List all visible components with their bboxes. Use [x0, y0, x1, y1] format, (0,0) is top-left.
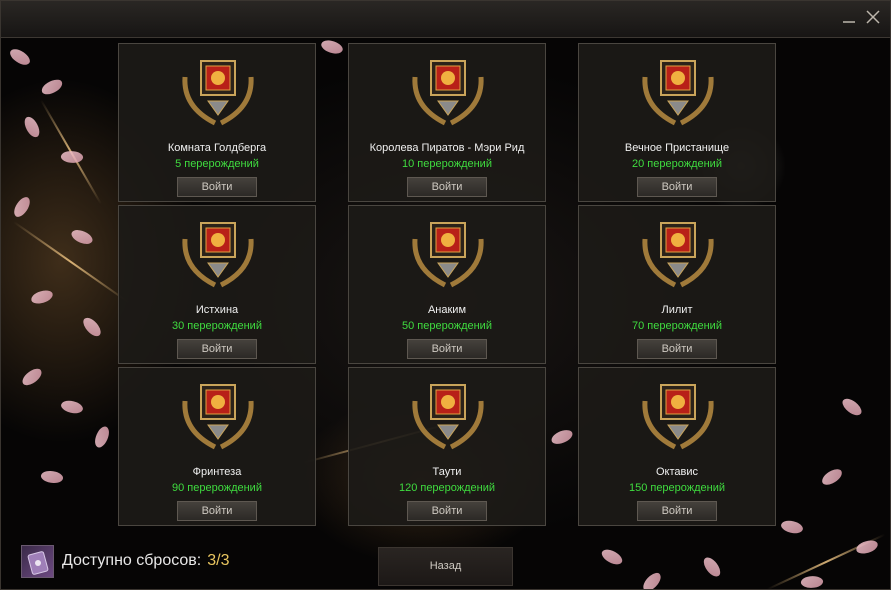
instance-name: Вечное Пристанище	[624, 142, 730, 154]
petal	[819, 466, 845, 488]
instance-name: Королева Пиратов - Мэри Рид	[369, 142, 525, 154]
emblem-icon	[412, 384, 484, 450]
close-icon[interactable]	[863, 9, 883, 29]
petal	[59, 397, 85, 417]
instance-name: Таути	[432, 466, 462, 478]
petal	[10, 194, 34, 220]
petal	[91, 424, 113, 450]
enter-button[interactable]: Войти	[407, 339, 487, 359]
rebirth-requirement: 70 перерождений	[632, 320, 722, 332]
rebirth-requirement: 20 перерождений	[632, 158, 722, 170]
instance-card: Октавис 150 перерождений Войти	[578, 367, 776, 526]
enter-button[interactable]: Войти	[407, 177, 487, 197]
enter-button[interactable]: Войти	[637, 501, 717, 521]
instance-card: Лилит 70 перерождений Войти	[578, 205, 776, 364]
enter-button[interactable]: Войти	[177, 501, 257, 521]
petal	[7, 45, 33, 69]
scroll-icon	[21, 544, 54, 578]
enter-button[interactable]: Войти	[637, 177, 717, 197]
petal	[599, 545, 625, 569]
instance-name: Анаким	[427, 304, 467, 316]
emblem-icon	[182, 384, 254, 450]
instance-card: Комната Голдберга 5 перерождений Войти	[118, 43, 316, 202]
rebirth-requirement: 120 перерождений	[398, 482, 496, 494]
instance-name: Комната Голдберга	[167, 142, 267, 154]
instance-card: Королева Пиратов - Мэри Рид 10 перерожде…	[348, 43, 546, 202]
petal	[639, 570, 665, 589]
instance-card: Вечное Пристанище 20 перерождений Войти	[578, 43, 776, 202]
instance-card: Фринтеза 90 перерождений Войти	[118, 367, 316, 526]
resets-label: Доступно сбросов:	[62, 552, 202, 569]
rebirth-requirement: 10 перерождений	[402, 158, 492, 170]
enter-button[interactable]: Войти	[177, 177, 257, 197]
petal	[39, 77, 65, 97]
instance-card: Истхина 30 перерождений Войти	[118, 205, 316, 364]
minimize-icon[interactable]	[839, 9, 859, 29]
emblem-icon	[412, 222, 484, 288]
title-bar	[1, 1, 890, 38]
rebirth-requirement: 5 перерождений	[175, 158, 259, 170]
instance-card: Анаким 50 перерождений Войти	[348, 205, 546, 364]
petal	[839, 394, 865, 420]
petal	[19, 366, 45, 388]
instance-name: Истхина	[195, 304, 239, 316]
resets-info: Доступно сбросов: 3/3	[21, 544, 230, 578]
petal	[60, 149, 84, 165]
instance-name: Лилит	[661, 304, 693, 316]
emblem-icon	[412, 60, 484, 126]
instance-name: Октавис	[655, 466, 698, 478]
back-button[interactable]: Назад	[378, 547, 513, 586]
petal	[30, 289, 54, 305]
rebirth-requirement: 50 перерождений	[402, 320, 492, 332]
instance-name: Фринтеза	[192, 466, 242, 478]
rebirth-requirement: 90 перерождений	[172, 482, 262, 494]
petal	[800, 575, 824, 589]
petal	[80, 314, 104, 340]
petal	[22, 114, 42, 140]
emblem-icon	[642, 60, 714, 126]
instance-card: Таути 120 перерождений Войти	[348, 367, 546, 526]
enter-button[interactable]: Войти	[637, 339, 717, 359]
resets-count: 3/3	[207, 552, 230, 569]
petal	[701, 554, 723, 580]
petal	[855, 539, 879, 555]
rebirth-requirement: 150 перерождений	[628, 482, 726, 494]
instance-window: Комната Голдберга 5 перерождений Войти К…	[0, 0, 891, 590]
emblem-icon	[182, 222, 254, 288]
emblem-icon	[182, 60, 254, 126]
petal	[39, 468, 65, 486]
emblem-icon	[642, 222, 714, 288]
instance-grid: Комната Голдберга 5 перерождений Войти К…	[118, 43, 776, 526]
emblem-icon	[642, 384, 714, 450]
petal	[69, 226, 95, 248]
rebirth-requirement: 30 перерождений	[172, 320, 262, 332]
enter-button[interactable]: Войти	[407, 501, 487, 521]
enter-button[interactable]: Войти	[177, 339, 257, 359]
petal	[779, 517, 805, 537]
